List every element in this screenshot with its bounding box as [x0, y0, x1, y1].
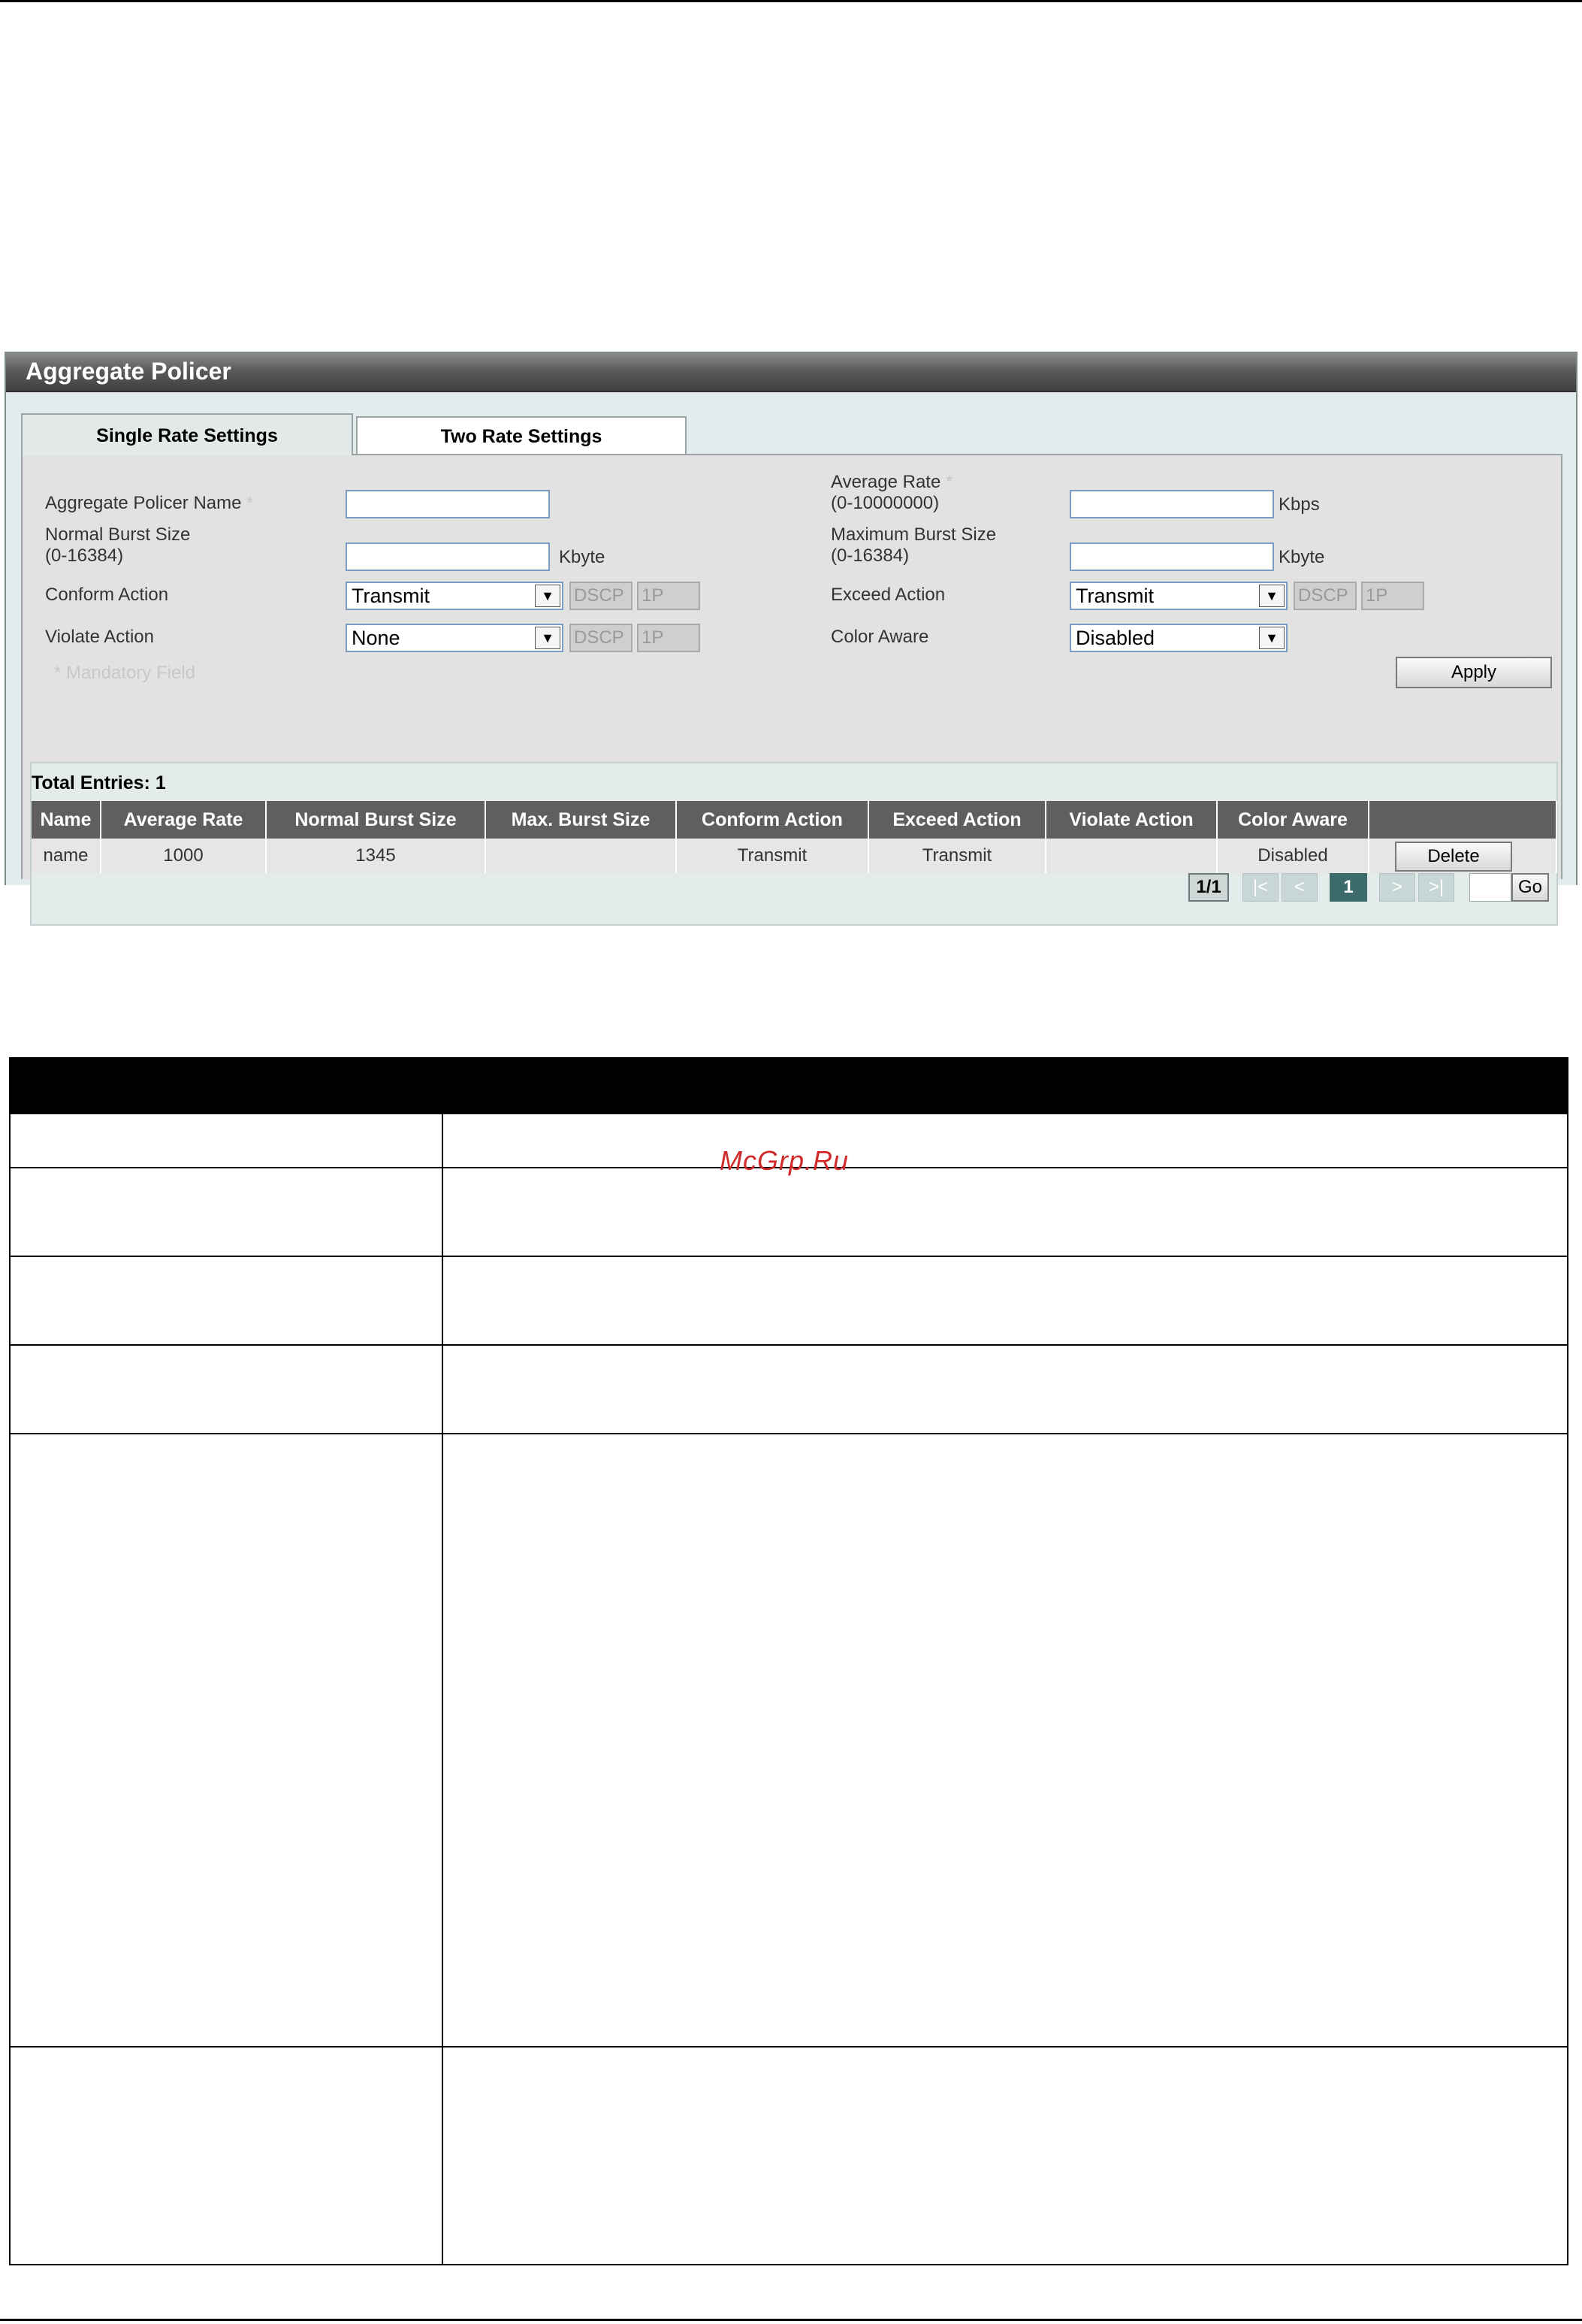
column-header: Name — [32, 801, 101, 839]
entries-table: Name Average Rate Normal Burst Size Max.… — [32, 801, 1557, 873]
conform-action-label: Conform Action — [45, 585, 169, 605]
violate-1p-button: 1P — [637, 624, 700, 652]
column-divider — [442, 1114, 443, 2264]
max-burst-unit: Kbyte — [1279, 547, 1325, 567]
tab-two-rate-settings[interactable]: Two Rate Settings — [356, 416, 687, 455]
entries-area: Total Entries: 1 Name Average Rate Norma… — [30, 762, 1558, 926]
conform-dscp-button: DSCP — [569, 582, 632, 610]
cell-average-rate: 1000 — [101, 839, 267, 873]
normal-burst-label-line2: (0-16384) — [45, 545, 124, 566]
column-header — [1369, 801, 1557, 839]
column-header: Average Rate — [101, 801, 267, 839]
color-aware-select[interactable]: Disabled ▼ — [1070, 624, 1288, 652]
normal-burst-input[interactable] — [346, 542, 550, 571]
table-row: name 1000 1345 Transmit Transmit Disable… — [32, 839, 1557, 873]
row-divider — [11, 2046, 1567, 2047]
policer-name-input[interactable] — [346, 490, 550, 518]
required-mark: * — [246, 493, 254, 513]
panel-header: Aggregate Policer — [6, 353, 1576, 392]
policer-name-label: Aggregate Policer Name * — [45, 493, 253, 514]
cell-violate — [1046, 839, 1218, 873]
cell-exceed: Transmit — [868, 839, 1046, 873]
conform-action-value: Transmit — [352, 585, 430, 607]
row-divider — [11, 1433, 1567, 1434]
cell-conform: Transmit — [676, 839, 869, 873]
mandatory-field-note: * Mandatory Field — [54, 663, 196, 683]
color-aware-value: Disabled — [1076, 627, 1155, 649]
column-header: Max. Burst Size — [485, 801, 677, 839]
exceed-action-value: Transmit — [1076, 585, 1155, 607]
cell-action: Delete — [1369, 839, 1557, 873]
conform-action-select[interactable]: Transmit ▼ — [346, 582, 563, 610]
chevron-down-icon[interactable]: ▼ — [535, 585, 560, 607]
total-entries: Total Entries: 1 — [32, 772, 166, 793]
panel-title: Aggregate Policer — [26, 358, 231, 385]
violate-action-label: Violate Action — [45, 627, 154, 647]
tab-single-rate-settings[interactable]: Single Rate Settings — [21, 413, 353, 457]
description-table-header — [11, 1059, 1567, 1114]
required-mark: * — [946, 472, 953, 492]
cell-normal-burst: 1345 — [266, 839, 486, 873]
column-header: Color Aware — [1217, 801, 1369, 839]
average-rate-unit: Kbps — [1279, 494, 1320, 515]
column-header: Violate Action — [1046, 801, 1218, 839]
form-area: Aggregate Policer Name * Normal Burst Si… — [21, 455, 1562, 926]
go-button[interactable]: Go — [1511, 873, 1549, 902]
prev-page-button[interactable]: < — [1282, 873, 1318, 902]
apply-button[interactable]: Apply — [1396, 657, 1552, 688]
page-info: 1/1 — [1188, 873, 1229, 902]
watermark: McGrp.Ru — [720, 1145, 850, 1176]
top-rule — [0, 0, 1582, 2]
normal-burst-label-line1: Normal Burst Size — [45, 524, 191, 545]
chevron-down-icon[interactable]: ▼ — [1259, 627, 1285, 649]
exceed-action-label: Exceed Action — [831, 585, 946, 605]
last-page-button[interactable]: >| — [1418, 873, 1454, 902]
average-rate-label-line1: Average Rate — [831, 472, 941, 492]
max-burst-label: Maximum Burst Size (0-16384) — [831, 524, 996, 567]
violate-action-value: None — [352, 627, 400, 649]
bottom-rule — [0, 2319, 1582, 2321]
table-header-row: Name Average Rate Normal Burst Size Max.… — [32, 801, 1557, 839]
chevron-down-icon[interactable]: ▼ — [535, 627, 560, 649]
cell-max-burst — [485, 839, 677, 873]
cell-color-aware: Disabled — [1217, 839, 1369, 873]
normal-burst-label: Normal Burst Size (0-16384) — [45, 524, 190, 567]
column-header: Normal Burst Size — [266, 801, 486, 839]
delete-button[interactable]: Delete — [1395, 842, 1512, 872]
chevron-down-icon[interactable]: ▼ — [1259, 585, 1285, 607]
average-rate-label: Average Rate * (0-10000000) — [831, 472, 953, 514]
max-burst-label-line2: (0-16384) — [831, 545, 910, 566]
violate-action-select[interactable]: None ▼ — [346, 624, 563, 652]
max-burst-input[interactable] — [1070, 542, 1274, 571]
aggregate-policer-panel: Aggregate Policer Single Rate Settings T… — [5, 352, 1577, 926]
policer-name-label-text: Aggregate Policer Name — [45, 493, 242, 513]
description-table — [9, 1057, 1568, 2265]
row-divider — [11, 1344, 1567, 1346]
row-divider — [11, 1256, 1567, 1257]
next-page-button[interactable]: > — [1379, 873, 1415, 902]
max-burst-label-line1: Maximum Burst Size — [831, 524, 997, 545]
go-page-input[interactable] — [1469, 873, 1511, 902]
column-header: Exceed Action — [868, 801, 1046, 839]
conform-1p-button: 1P — [637, 582, 700, 610]
average-rate-label-line2: (0-10000000) — [831, 493, 940, 513]
exceed-dscp-button: DSCP — [1294, 582, 1357, 610]
column-header: Conform Action — [676, 801, 869, 839]
current-page-button[interactable]: 1 — [1330, 873, 1367, 902]
exceed-action-select[interactable]: Transmit ▼ — [1070, 582, 1288, 610]
normal-burst-unit: Kbyte — [559, 547, 605, 567]
average-rate-input[interactable] — [1070, 490, 1274, 518]
violate-dscp-button: DSCP — [569, 624, 632, 652]
color-aware-label: Color Aware — [831, 627, 929, 647]
cell-name: name — [32, 839, 101, 873]
exceed-1p-button: 1P — [1361, 582, 1424, 610]
first-page-button[interactable]: |< — [1242, 873, 1279, 902]
